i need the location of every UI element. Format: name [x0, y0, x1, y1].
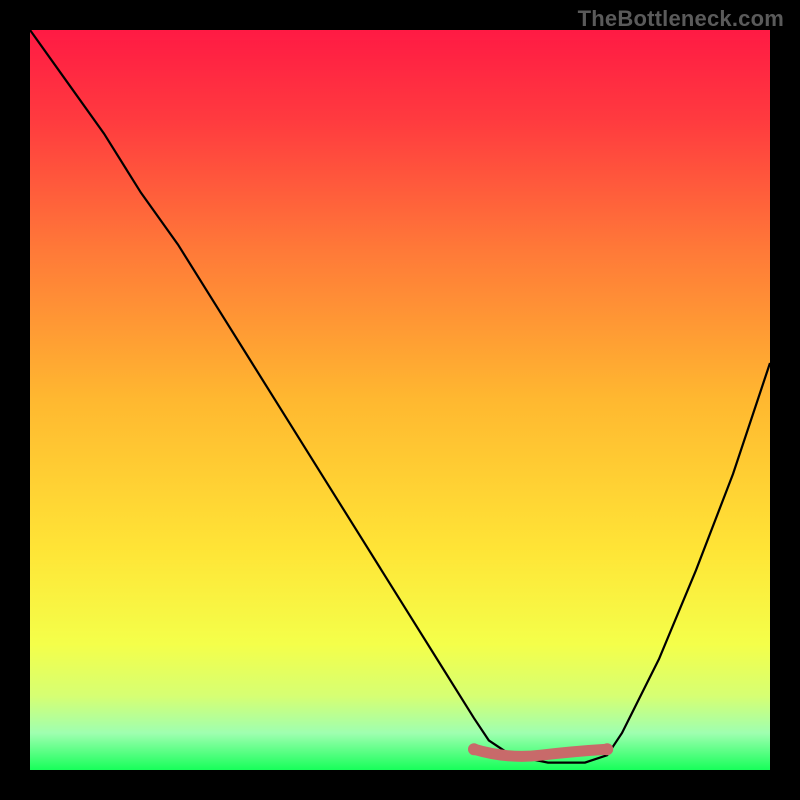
- bottleneck-curve: [30, 30, 770, 763]
- watermark-text: TheBottleneck.com: [578, 6, 784, 32]
- optimum-marker: [474, 749, 607, 756]
- chart-frame: TheBottleneck.com: [0, 0, 800, 800]
- curve-layer: [30, 30, 770, 770]
- optimum-dot-right: [601, 743, 613, 755]
- optimum-dot-left: [468, 743, 480, 755]
- plot-area: [30, 30, 770, 770]
